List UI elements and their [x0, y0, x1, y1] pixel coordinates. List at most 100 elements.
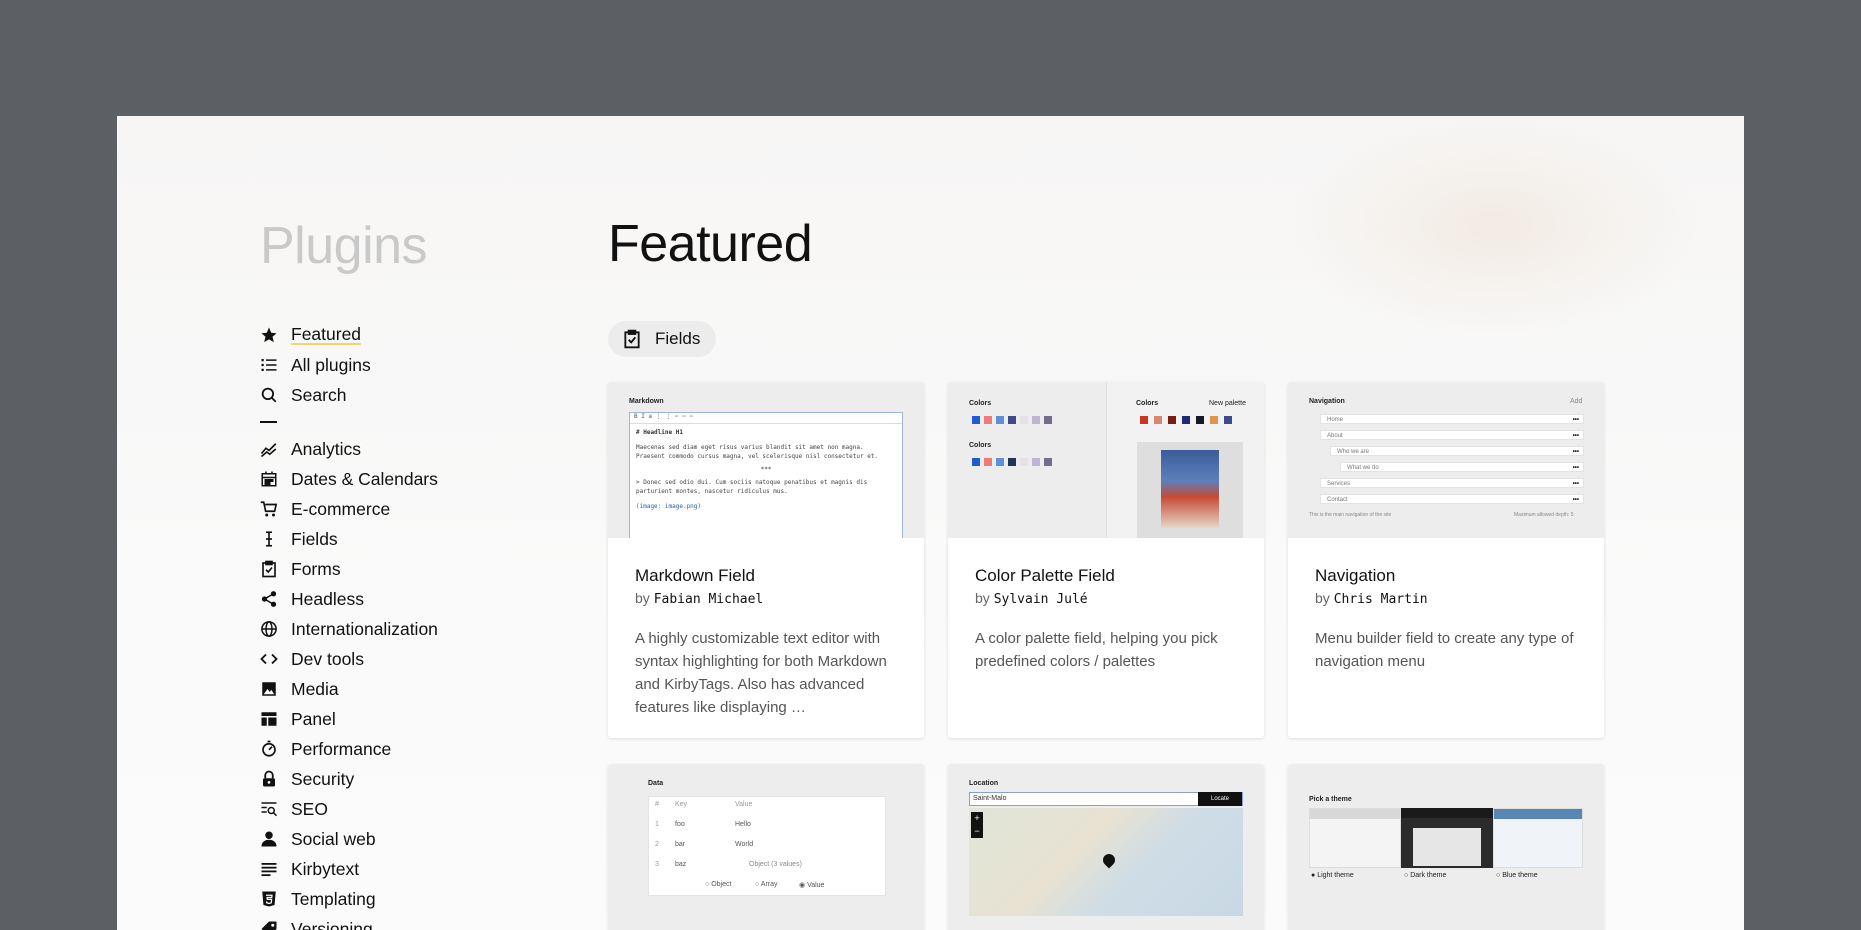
thumb-label-2: Colors: [969, 442, 992, 449]
list-icon: [260, 356, 278, 374]
seo-search-icon: [260, 800, 278, 818]
sidebar-item-label: All plugins: [291, 354, 371, 375]
sidebar-item-label: Fields: [291, 528, 338, 549]
thumb-label: Markdown: [629, 398, 664, 405]
plugin-card-data[interactable]: Data # Key Value 1 foo Hello 2 bar World…: [608, 764, 924, 930]
sidebar-item-seo[interactable]: SEO: [260, 794, 438, 824]
sidebar-item-label: Performance: [291, 738, 392, 759]
plugin-author: Sylvain Julé: [993, 592, 1088, 607]
thumb-label: Location: [969, 780, 999, 787]
sidebar-item-social-web[interactable]: Social web: [260, 824, 438, 854]
mock-image-tag: (image: image.png): [636, 503, 702, 510]
sidebar-item-label: Forms: [291, 558, 341, 579]
input-cursor-icon: [260, 530, 278, 548]
plugin-card-navigation[interactable]: Navigation Add Home ••• About ••• Who we a…: [1288, 382, 1604, 738]
sidebar-item-forms[interactable]: Forms: [260, 554, 438, 584]
plugin-thumbnail: Navigation Add Home ••• About ••• Who we a…: [1288, 382, 1604, 538]
markdown-editor-mock: B I ≡ ⋮ ⋮ ⋯ ⋯ ⋯ # Headline H1 Maecenas s…: [629, 412, 903, 538]
sidebar-item-label: Headless: [291, 588, 364, 609]
chart-line-icon: [260, 440, 278, 458]
content-panel: Plugins Featured All plugins Search Anal…: [117, 116, 1744, 930]
sidebar-item-label: Social web: [291, 828, 376, 849]
lock-icon: [260, 770, 278, 788]
plugin-name: Markdown Field: [635, 566, 755, 585]
plugin-thumbnail: Data # Key Value 1 foo Hello 2 bar World…: [608, 764, 924, 930]
nav-row: About •••: [1320, 430, 1584, 440]
sidebar-item-label: SEO: [291, 798, 328, 819]
plugin-card-theme[interactable]: Pick a theme ● Light theme ○ Dark theme …: [1288, 764, 1604, 930]
sidebar-item-dates-calendars[interactable]: Dates & Calendars: [260, 464, 438, 494]
sidebar-divider: [260, 410, 438, 434]
sidebar-item-label: Analytics: [291, 438, 362, 459]
cart-icon: [260, 500, 278, 518]
sidebar-item-versioning[interactable]: Versioning: [260, 914, 438, 930]
plugin-card-color-palette-field[interactable]: Colors Colors Colors New palette Color P…: [948, 382, 1264, 738]
chip-label: Fields: [655, 329, 701, 348]
sidebar-item-search[interactable]: Search: [260, 380, 438, 410]
nav-row: Home •••: [1320, 414, 1584, 424]
plugin-name: Color Palette Field: [975, 566, 1115, 585]
sidebar-item-label: E-commerce: [291, 498, 391, 519]
sidebar-item-label: Security: [291, 768, 355, 789]
sidebar-item-kirbytext[interactable]: Kirbytext: [260, 854, 438, 884]
sidebar-title: Plugins: [260, 217, 428, 275]
plugin-card-location[interactable]: Location Saint-Malo Locate + −: [948, 764, 1264, 930]
sidebar-item-headless[interactable]: Headless: [260, 584, 438, 614]
background-glow: [1284, 116, 1704, 336]
sidebar-item-analytics[interactable]: Analytics: [260, 434, 438, 464]
sidebar-item-label: Kirbytext: [291, 858, 360, 879]
text-lines-icon: [260, 860, 278, 878]
sidebar-item-media[interactable]: Media: [260, 674, 438, 704]
page-title: Featured: [608, 215, 813, 273]
mock-heading: # Headline H1: [636, 429, 683, 436]
by-text: by: [1315, 590, 1330, 606]
mock-paragraph: Maecenas sed diam eget risus varius blan…: [636, 444, 879, 460]
sidebar-item-label: Panel: [291, 708, 336, 729]
plugin-name: Navigation: [1315, 566, 1396, 585]
layout-icon: [260, 710, 278, 728]
nav-row: What we do •••: [1340, 462, 1584, 472]
sidebar-item-fields[interactable]: Fields: [260, 524, 438, 554]
sidebar-item-label: Dev tools: [291, 648, 364, 669]
nav-row: Who we are •••: [1330, 446, 1584, 456]
plugin-card-markdown-field[interactable]: Markdown B I ≡ ⋮ ⋮ ⋯ ⋯ ⋯ # Headline H1 M…: [608, 382, 924, 738]
plugin-description: A color palette field, helping you pick …: [975, 630, 1218, 670]
sidebar-item-performance[interactable]: Performance: [260, 734, 438, 764]
sidebar-item-templating[interactable]: Templating: [260, 884, 438, 914]
user-icon: [260, 830, 278, 848]
plugin-thumbnail: Location Saint-Malo Locate + −: [948, 764, 1264, 930]
plugin-thumbnail: Colors Colors Colors New palette: [948, 382, 1264, 538]
locate-button: Locate: [1198, 792, 1242, 806]
sidebar-item-panel[interactable]: Panel: [260, 704, 438, 734]
sidebar-item-label: Dates & Calendars: [291, 468, 438, 489]
thumb-label: Colors: [969, 400, 992, 407]
globe-icon: [260, 620, 278, 638]
plugin-thumbnail: Markdown B I ≡ ⋮ ⋮ ⋯ ⋯ ⋯ # Headline H1 M…: [608, 382, 924, 538]
sidebar-item-label: Media: [291, 678, 339, 699]
share-icon: [260, 590, 278, 608]
nav-row: Contact •••: [1320, 494, 1584, 504]
mock-quote: > Donec sed odio dui. Cum sociis natoque…: [636, 479, 868, 495]
image-icon: [260, 680, 278, 698]
sidebar-item-label: Featured: [291, 324, 362, 345]
sidebar-item-dev-tools[interactable]: Dev tools: [260, 644, 438, 674]
location-search-input: Saint-Malo Locate: [969, 792, 1243, 806]
sidebar-item-e-commerce[interactable]: E-commerce: [260, 494, 438, 524]
thumb-label: Pick a theme: [1309, 796, 1352, 803]
plugin-author-line: by Fabian Michael: [635, 590, 897, 607]
sidebar-item-security[interactable]: Security: [260, 764, 438, 794]
plugin-author: Fabian Michael: [653, 592, 764, 607]
nav-footer-left: This is the main navigation of the site: [1309, 512, 1392, 518]
tag-icon: [260, 920, 278, 930]
sidebar-item-label: Internationalization: [291, 618, 438, 639]
sidebar-item-all-plugins[interactable]: All plugins: [260, 350, 438, 380]
sidebar-item-featured[interactable]: Featured: [260, 320, 438, 350]
sidebar-item-label: Templating: [291, 888, 376, 909]
category-chip-fields[interactable]: Fields: [608, 321, 717, 357]
thumb-label: Data: [648, 780, 664, 787]
sidebar-item-internationalization[interactable]: Internationalization: [260, 614, 438, 644]
plugin-description: A highly customizable text editor with s…: [635, 630, 887, 716]
code-icon: [260, 650, 278, 668]
nav-footer-right: Maximum allowed depth: 5: [1514, 512, 1574, 518]
by-text: by: [975, 590, 990, 606]
